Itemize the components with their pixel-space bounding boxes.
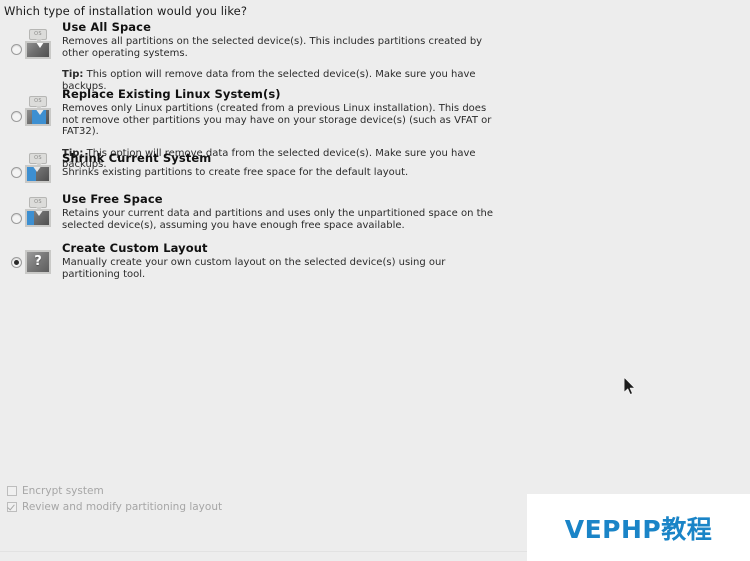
checkbox-row-review-modify-partitioning[interactable]: Review and modify partitioning layout (7, 500, 222, 514)
option-title: Create Custom Layout (62, 241, 208, 255)
option-description: Shrinks existing partitions to create fr… (62, 167, 409, 178)
option-description: Removes only Linux partitions (created f… (62, 103, 492, 137)
option-text-use-all-space: Use All Space Removes all partitions on … (62, 20, 502, 92)
disk-icon-body (25, 41, 51, 59)
installer-partitioning-screen: Which type of installation would you lik… (0, 0, 750, 561)
review-modify-partitioning-label: Review and modify partitioning layout (22, 501, 223, 513)
option-tip-label: Tip: (62, 69, 84, 80)
option-row-shrink-current-system[interactable]: OS Shrink Current System Shrinks existin… (0, 151, 530, 195)
disk-erase-icon: OS (24, 29, 52, 59)
disk-icon-body (25, 209, 51, 227)
radio-shrink-current-system[interactable] (11, 167, 22, 178)
option-text-use-free-space: Use Free Space Retains your current data… (62, 192, 502, 231)
option-title: Use Free Space (62, 192, 163, 206)
bottom-divider (0, 551, 527, 552)
watermark-text: VEPHP教程 (564, 514, 713, 544)
option-description: Manually create your own custom layout o… (62, 257, 446, 280)
checkbox-row-encrypt-system[interactable]: Encrypt system (7, 484, 222, 498)
disk-icon-arrow (34, 211, 44, 216)
radio-use-all-space[interactable] (11, 44, 22, 55)
radio-create-custom-layout[interactable] (11, 257, 22, 268)
encrypt-system-label: Encrypt system (22, 485, 104, 497)
option-row-use-free-space[interactable]: OS Use Free Space Retains your current d… (0, 192, 530, 245)
page-title: Which type of installation would you lik… (4, 4, 248, 18)
option-title: Replace Existing Linux System(s) (62, 87, 281, 101)
radio-replace-existing-linux[interactable] (11, 111, 22, 122)
disk-icon-partition-bar (27, 211, 34, 225)
disk-icon-question-mark: ? (34, 254, 42, 269)
disk-free-space-icon: OS (24, 197, 52, 227)
disk-question-icon: ? (24, 245, 52, 275)
mouse-cursor-icon (624, 377, 636, 396)
disk-shrink-icon: OS (24, 153, 52, 183)
option-text-shrink-current-system: Shrink Current System Shrinks existing p… (62, 151, 502, 179)
option-description: Retains your current data and partitions… (62, 208, 494, 231)
installation-type-option-list: OS Use All Space Removes all partitions … (0, 20, 530, 285)
disk-icon-arrow (35, 110, 45, 115)
option-text-create-custom-layout: Create Custom Layout Manually create you… (62, 241, 502, 280)
radio-use-free-space[interactable] (11, 213, 22, 224)
disk-icon-body (25, 108, 51, 126)
option-row-use-all-space[interactable]: OS Use All Space Removes all partitions … (0, 20, 530, 92)
watermark-overlay: VEPHP教程 (527, 494, 750, 561)
option-description: Removes all partitions on the selected d… (62, 36, 483, 59)
disk-icon-body (25, 165, 51, 183)
encrypt-system-checkbox[interactable] (7, 486, 17, 496)
option-row-create-custom-layout[interactable]: ? Create Custom Layout Manually create y… (0, 241, 530, 285)
disk-icon-arrow (32, 167, 42, 172)
disk-icon-arrow (34, 43, 46, 48)
option-row-replace-existing-linux[interactable]: OS Replace Existing Linux System(s) Remo… (0, 87, 530, 170)
review-modify-partitioning-checkbox[interactable] (7, 502, 17, 512)
disk-replace-icon: OS (24, 96, 52, 126)
bottom-options-group: Encrypt system Review and modify partiti… (7, 484, 222, 516)
option-title: Shrink Current System (62, 151, 212, 165)
option-title: Use All Space (62, 20, 151, 34)
